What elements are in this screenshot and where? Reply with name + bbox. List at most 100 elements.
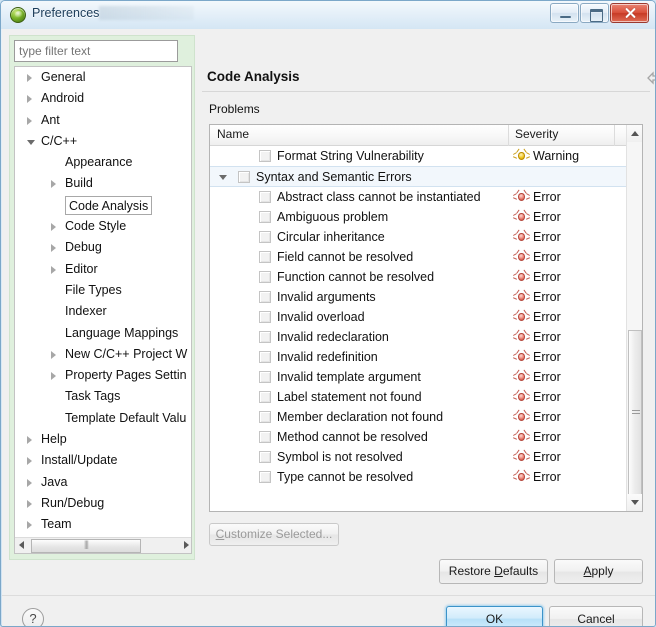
chevron-down-icon[interactable] — [219, 175, 227, 180]
apply-button[interactable]: Apply — [554, 559, 643, 584]
table-vscroll-thumb[interactable] — [628, 330, 642, 495]
row-checkbox[interactable] — [259, 371, 271, 383]
chevron-right-icon[interactable] — [27, 478, 32, 487]
row-checkbox[interactable] — [259, 411, 271, 423]
sidebar-item-c-c[interactable]: C/C++ — [15, 131, 191, 152]
title-bar[interactable]: Preferences — [1, 1, 655, 29]
row-checkbox[interactable] — [259, 211, 271, 223]
table-vertical-scrollbar[interactable] — [626, 125, 642, 511]
severity-label: Error — [533, 370, 561, 384]
chevron-right-icon[interactable] — [27, 436, 32, 445]
chevron-right-icon[interactable] — [27, 95, 32, 104]
table-row[interactable]: Format String Vulnerability Warning — [210, 146, 628, 166]
tree-hscroll-thumb[interactable] — [31, 539, 141, 553]
sidebar-item-property-pages-settin[interactable]: Property Pages Settin — [15, 365, 191, 386]
table-row[interactable]: Member declaration not found Error — [210, 407, 628, 427]
table-row[interactable]: Invalid redeclaration Error — [210, 327, 628, 347]
table-row[interactable]: Invalid redefinition Error — [210, 347, 628, 367]
sidebar-item-ant[interactable]: Ant — [15, 110, 191, 131]
problems-table[interactable]: Name Severity Format String Vulnerabilit… — [209, 124, 643, 512]
sidebar-item-build[interactable]: Build — [15, 173, 191, 194]
filter-input[interactable] — [14, 40, 178, 62]
maximize-button[interactable] — [580, 3, 609, 23]
chevron-right-icon[interactable] — [51, 223, 56, 232]
table-row[interactable]: Symbol is not resolved Error — [210, 447, 628, 467]
sidebar-item-indexer[interactable]: Indexer — [15, 301, 191, 322]
sidebar-item-team[interactable]: Team — [15, 514, 191, 535]
column-header-name[interactable]: Name — [217, 127, 249, 141]
severity-label: Error — [533, 290, 561, 304]
row-checkbox[interactable] — [259, 331, 271, 343]
sidebar-item-android[interactable]: Android — [15, 88, 191, 109]
sidebar-item-file-types[interactable]: File Types — [15, 280, 191, 301]
table-row[interactable]: Method cannot be resolved Error — [210, 427, 628, 447]
restore-defaults-button[interactable]: Restore Defaults — [439, 559, 548, 584]
row-checkbox[interactable] — [259, 311, 271, 323]
minimize-button[interactable] — [550, 3, 579, 23]
chevron-down-icon[interactable] — [27, 139, 35, 145]
chevron-right-icon[interactable] — [27, 457, 32, 466]
table-row[interactable]: Label statement not found Error — [210, 387, 628, 407]
column-divider-2[interactable] — [614, 125, 615, 146]
table-row[interactable]: Invalid overload Error — [210, 307, 628, 327]
sidebar-item-language-mappings[interactable]: Language Mappings — [15, 323, 191, 344]
sidebar-item-template-default-valu[interactable]: Template Default Valu — [15, 408, 191, 429]
scroll-down-icon[interactable] — [627, 494, 642, 511]
scroll-right-icon[interactable] — [184, 541, 189, 549]
customize-selected-button[interactable]: Customize Selected... — [209, 523, 339, 546]
chevron-right-icon[interactable] — [51, 265, 56, 274]
table-row[interactable]: Type cannot be resolved Error — [210, 467, 628, 487]
row-checkbox[interactable] — [259, 431, 271, 443]
sidebar-item-install-update[interactable]: Install/Update — [15, 450, 191, 471]
sidebar-item-task-tags[interactable]: Task Tags — [15, 386, 191, 407]
sidebar-item-help[interactable]: Help — [15, 429, 191, 450]
table-row[interactable]: Invalid arguments Error — [210, 287, 628, 307]
sidebar-item-new-c-c-project-w[interactable]: New C/C++ Project W — [15, 344, 191, 365]
row-checkbox[interactable] — [259, 291, 271, 303]
sidebar-item-editor[interactable]: Editor — [15, 259, 191, 280]
scroll-up-icon[interactable] — [627, 125, 642, 142]
row-checkbox[interactable] — [238, 171, 250, 183]
row-checkbox[interactable] — [259, 231, 271, 243]
sidebar-item-debug[interactable]: Debug — [15, 237, 191, 258]
sidebar-item-appearance[interactable]: Appearance — [15, 152, 191, 173]
sidebar-item-run-debug[interactable]: Run/Debug — [15, 493, 191, 514]
row-checkbox[interactable] — [259, 251, 271, 263]
chevron-right-icon[interactable] — [27, 521, 32, 530]
chevron-right-icon[interactable] — [27, 74, 32, 82]
help-button[interactable]: ? — [22, 608, 44, 626]
chevron-right-icon[interactable] — [51, 372, 56, 381]
column-header-severity[interactable]: Severity — [515, 127, 558, 141]
sidebar-item-java[interactable]: Java — [15, 472, 191, 493]
ok-button[interactable]: OK — [446, 606, 543, 626]
chevron-right-icon[interactable] — [27, 116, 32, 125]
row-checkbox[interactable] — [259, 351, 271, 363]
row-checkbox[interactable] — [259, 271, 271, 283]
table-row[interactable]: Abstract class cannot be instantiated Err… — [210, 187, 628, 207]
scroll-left-icon[interactable] — [19, 541, 24, 549]
sidebar-item-code-analysis[interactable]: Code Analysis — [15, 195, 191, 216]
table-row[interactable]: Field cannot be resolved Error — [210, 247, 628, 267]
table-row[interactable]: Circular inheritance Error — [210, 227, 628, 247]
sidebar-item-general[interactable]: General — [15, 67, 191, 88]
row-checkbox[interactable] — [259, 191, 271, 203]
table-group-row[interactable]: Syntax and Semantic Errors — [210, 166, 628, 187]
table-row[interactable]: Invalid template argument Error — [210, 367, 628, 387]
chevron-right-icon[interactable] — [51, 180, 56, 189]
chevron-right-icon[interactable] — [51, 244, 56, 253]
chevron-right-icon[interactable] — [27, 499, 32, 508]
tree-horizontal-scrollbar[interactable] — [15, 537, 191, 553]
cancel-button[interactable]: Cancel — [549, 606, 643, 626]
chevron-right-icon[interactable] — [51, 350, 56, 359]
row-checkbox[interactable] — [259, 150, 271, 162]
table-row[interactable]: Ambiguous problem Error — [210, 207, 628, 227]
sidebar-item-code-style[interactable]: Code Style — [15, 216, 191, 237]
back-arrow-icon[interactable] — [646, 71, 656, 85]
row-checkbox[interactable] — [259, 471, 271, 483]
preferences-tree[interactable]: General Android Ant C/C++ Appearance Build Cod… — [14, 66, 192, 554]
table-row[interactable]: Function cannot be resolved Error — [210, 267, 628, 287]
close-button[interactable] — [610, 3, 649, 23]
row-checkbox[interactable] — [259, 451, 271, 463]
column-divider-1[interactable] — [508, 125, 509, 146]
row-checkbox[interactable] — [259, 391, 271, 403]
